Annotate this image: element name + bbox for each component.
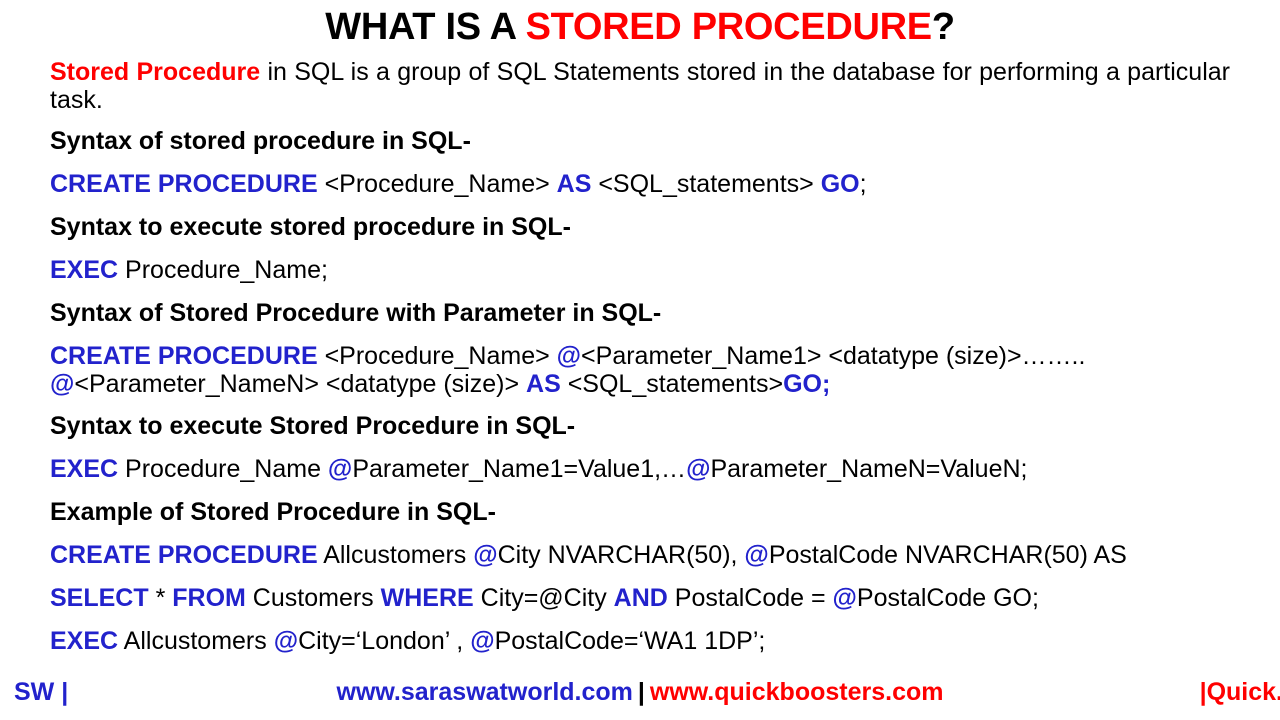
code-text: PostalCode GO;	[856, 584, 1039, 612]
code-text: Procedure_Name;	[118, 256, 328, 284]
intro-paragraph: Stored Procedure in SQL is a group of SQ…	[50, 58, 1230, 114]
heading-text: Syntax of Stored Procedure with Paramete…	[50, 299, 662, 327]
at-symbol-icon: @	[744, 541, 769, 569]
code-text: Parameter_Name1=Value1,…	[352, 455, 687, 483]
heading-execute-stored-procedure: Syntax to execute stored procedure in SQ…	[50, 206, 1230, 249]
footer: SW | www.saraswatworld.com | www.quickboos…	[0, 678, 1280, 712]
keyword-exec: EXEC	[50, 627, 119, 655]
keyword-exec: EXEC	[50, 455, 119, 483]
at-symbol-icon: @	[473, 541, 498, 569]
at-symbol-icon: @	[556, 342, 582, 370]
code-text: Procedure_Name	[118, 455, 328, 483]
footer-separator: |	[637, 678, 645, 706]
keyword-create-procedure: CREATE PROCEDURE	[50, 541, 318, 569]
code-line-example-select: SELECT * FROM Customers WHERE City=@City…	[50, 577, 1230, 620]
at-symbol-icon: @	[832, 584, 857, 612]
heading-syntax-stored-procedure: Syntax of stored procedure in SQL-	[50, 120, 1230, 163]
code-text: Allcustomers	[317, 541, 474, 569]
title-black-text: WHAT IS A	[325, 6, 526, 48]
keyword-from: FROM	[172, 584, 246, 612]
title-red-text: STORED PROCEDURE	[525, 6, 933, 48]
code-line-exec-basic: EXEC Procedure_Name;	[50, 249, 1230, 292]
keyword-go: GO;	[783, 370, 831, 398]
code-text: City=‘London’ ,	[298, 627, 471, 655]
keyword-exec: EXEC	[50, 256, 119, 284]
code-text: PostalCode NVARCHAR(50) AS	[768, 541, 1127, 569]
code-text: Allcustomers	[118, 627, 274, 655]
at-symbol-icon: @	[50, 370, 75, 398]
code-text: *	[148, 584, 173, 612]
footer-link-saraswatworld[interactable]: www.saraswatworld.com	[337, 678, 633, 706]
keyword-and: AND	[613, 584, 668, 612]
code-line-exec-parameters: EXEC Procedure_Name @Parameter_Name1=Val…	[50, 448, 1230, 491]
keyword-as: AS	[556, 170, 592, 198]
code-text: PostalCode =	[667, 584, 833, 612]
code-line-create-procedure-parameters: CREATE PROCEDURE <Procedure_Name> @<Para…	[50, 335, 1230, 405]
code-line-example-create: CREATE PROCEDURE Allcustomers @City NVAR…	[50, 534, 1230, 577]
code-line-create-procedure-basic: CREATE PROCEDURE <Procedure_Name> AS <SQ…	[50, 163, 1230, 206]
page-title: WHAT IS A STORED PROCEDURE?	[0, 0, 1280, 46]
keyword-go: GO	[820, 170, 860, 198]
heading-text: Syntax to execute stored procedure in SQ…	[50, 213, 571, 241]
keyword-create-procedure: CREATE PROCEDURE	[50, 170, 318, 198]
code-text: <Parameter_NameN> <datatype (size)>	[74, 370, 527, 398]
intro-highlight: Stored Procedure	[50, 58, 261, 86]
code-text: Customers	[245, 584, 381, 612]
footer-link-quickboosters[interactable]: www.quickboosters.com	[650, 678, 944, 706]
heading-text: Syntax to execute Stored Procedure in SQ…	[50, 412, 576, 440]
code-line-example-exec: EXEC Allcustomers @City=‘London’ , @Post…	[50, 620, 1230, 663]
code-text: City NVARCHAR(50),	[497, 541, 745, 569]
at-symbol-icon: @	[470, 627, 495, 655]
keyword-where: WHERE	[380, 584, 474, 612]
at-symbol-icon: @	[273, 627, 299, 655]
heading-execute-with-parameter: Syntax to execute Stored Procedure in SQ…	[50, 405, 1230, 448]
footer-right-label: |Quick.	[1199, 678, 1280, 706]
footer-center: www.saraswatworld.com | www.quickboosters.…	[0, 678, 1280, 707]
code-text: Parameter_NameN=ValueN;	[710, 455, 1028, 483]
code-text: City=@City	[473, 584, 614, 612]
heading-text: Example of Stored Procedure in SQL-	[50, 498, 496, 526]
keyword-as: AS	[526, 370, 561, 398]
heading-text: Syntax of stored procedure in SQL-	[50, 127, 471, 155]
heading-syntax-with-parameter: Syntax of Stored Procedure with Paramete…	[50, 292, 1230, 335]
content-body: Stored Procedure in SQL is a group of SQ…	[50, 58, 1230, 663]
code-text: <SQL_statements>	[560, 370, 784, 398]
code-text: <Parameter_Name1> <datatype (size)>……..	[581, 342, 1086, 370]
heading-example: Example of Stored Procedure in SQL-	[50, 491, 1230, 534]
code-text: PostalCode=‘WA1 1DP’;	[494, 627, 766, 655]
at-symbol-icon: @	[686, 455, 711, 483]
slide-root: WHAT IS A STORED PROCEDURE? Stored Proce…	[0, 0, 1280, 720]
code-text: <SQL_statements>	[591, 170, 821, 198]
code-text: ;	[859, 170, 867, 198]
keyword-create-procedure: CREATE PROCEDURE	[50, 342, 318, 370]
keyword-select: SELECT	[50, 584, 149, 612]
title-question-mark: ?	[931, 6, 955, 48]
code-text: <Procedure_Name>	[317, 342, 557, 370]
code-text: <Procedure_Name>	[317, 170, 557, 198]
at-symbol-icon: @	[327, 455, 353, 483]
